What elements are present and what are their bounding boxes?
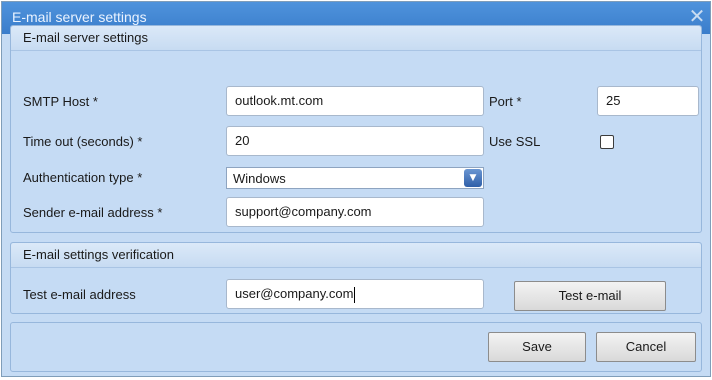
use-ssl-label: Use SSL <box>489 134 541 149</box>
port-label: Port * <box>489 94 522 109</box>
cancel-button[interactable]: Cancel <box>596 332 696 362</box>
smtp-host-label: SMTP Host * <box>23 94 98 109</box>
sender-email-label: Sender e-mail address * <box>23 205 163 220</box>
verification-title: E-mail settings verification <box>23 247 174 262</box>
auth-type-value: Windows <box>233 171 286 186</box>
text-cursor <box>354 286 356 303</box>
timeout-field[interactable]: 20 <box>226 126 484 156</box>
auth-type-label: Authentication type * <box>23 170 143 185</box>
use-ssl-checkbox[interactable] <box>600 135 614 149</box>
test-email-label: Test e-mail address <box>23 287 136 302</box>
server-settings-group: E-mail server settings SMTP Host * outlo… <box>10 25 702 233</box>
verification-group: E-mail settings verification Test e-mail… <box>10 242 702 314</box>
smtp-host-field[interactable]: outlook.mt.com <box>226 86 484 116</box>
chevron-down-icon[interactable]: ▼ <box>464 169 482 187</box>
verification-header: E-mail settings verification <box>11 243 701 268</box>
close-icon[interactable]: ✕ <box>686 5 708 27</box>
window-title: E-mail server settings <box>12 9 147 25</box>
email-settings-dialog: E-mail server settings ✕ E-mail server s… <box>1 1 711 377</box>
test-email-value: user@company.com <box>235 286 354 301</box>
footer-panel: Save Cancel <box>10 322 702 372</box>
timeout-label: Time out (seconds) * <box>23 134 143 149</box>
test-email-button[interactable]: Test e-mail <box>514 281 666 311</box>
server-settings-title: E-mail server settings <box>23 30 148 45</box>
sender-email-field[interactable]: support@company.com <box>226 197 484 227</box>
auth-type-select[interactable]: Windows ▼ <box>226 167 484 189</box>
save-button[interactable]: Save <box>488 332 586 362</box>
server-settings-header: E-mail server settings <box>11 26 701 51</box>
port-field[interactable]: 25 <box>597 86 699 116</box>
test-email-field[interactable]: user@company.com <box>226 279 484 309</box>
